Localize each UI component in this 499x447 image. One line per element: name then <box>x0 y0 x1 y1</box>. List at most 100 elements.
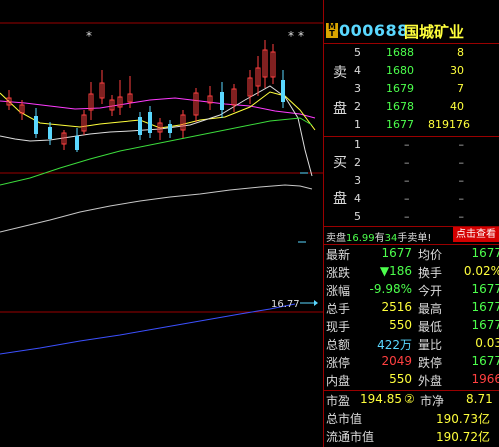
quote-label: 总手 <box>326 302 351 316</box>
bid-volume: – <box>458 210 465 223</box>
bid-price: – <box>404 156 410 169</box>
notice-count: 34 <box>384 233 398 244</box>
large-order-notice: 卖盘16.99有34手卖单! 点击查看 <box>324 226 499 244</box>
quote-label: 涨跌 <box>326 266 351 280</box>
quote-value: -9.98% <box>369 282 412 296</box>
star-marker: * <box>288 29 294 43</box>
pb-value: 8.71 <box>466 392 493 406</box>
quote-row: 总手 2516 最高 1677 <box>324 299 499 317</box>
quote-label: 今开 <box>418 284 443 298</box>
notice-mid: 有 <box>374 233 385 244</box>
bid-row-3[interactable]: 3 – – <box>324 172 499 190</box>
ask-level: 1 <box>354 118 361 131</box>
ask-volume: 819176 <box>428 118 470 131</box>
bid-volume: – <box>458 192 465 205</box>
quote-label: 涨幅 <box>326 284 351 298</box>
ask-price: 1688 <box>386 46 414 59</box>
quote-value: 2049 <box>381 354 412 368</box>
bid-level: 4 <box>354 192 361 205</box>
ask-price: 1678 <box>386 100 414 113</box>
star-marker: * <box>86 29 92 43</box>
ask-volume: 40 <box>450 100 464 113</box>
quote-label: 最新 <box>326 248 351 262</box>
ask-level: 3 <box>354 82 361 95</box>
stock-title-bar[interactable]: MT 000688 国城矿业 <box>324 20 499 42</box>
ask-volume: 8 <box>457 46 464 59</box>
ma-line-white-long <box>0 184 313 233</box>
quote-value: 1677 <box>471 318 499 332</box>
bid-volume: – <box>458 156 465 169</box>
bid-volume: – <box>458 174 465 187</box>
bid-volume: – <box>458 138 465 151</box>
pe-label: 市盈 <box>326 394 351 408</box>
bid-price: – <box>404 174 410 187</box>
valuation-row-float: 流通市值 190.72亿 <box>324 427 499 445</box>
ask-row-4[interactable]: 4 1680 30 <box>324 62 499 80</box>
bid-price: – <box>404 210 410 223</box>
kline-chart-area[interactable]: * * * 16.77 <box>0 0 323 447</box>
notice-suffix: 手卖单! <box>397 233 432 244</box>
mcap-value: 190.73亿 <box>436 412 490 426</box>
quote-value: 2516 <box>381 300 412 314</box>
ma-line-magenta <box>0 97 316 119</box>
quote-value: 1677 <box>471 282 499 296</box>
quote-label: 最高 <box>418 302 443 316</box>
quote-row: 涨幅 -9.98% 今开 1677 <box>324 281 499 299</box>
valuation-row-pe: 市盈 194.85 ② 市净 8.71 <box>324 391 499 409</box>
quote-row: 涨停 2049 跌停 1677 <box>324 353 499 371</box>
quote-value: 0.03 <box>475 336 499 350</box>
bid-level: 3 <box>354 174 361 187</box>
quote-value: 422万 <box>377 338 412 352</box>
bid-row-4[interactable]: 4 – – <box>324 190 499 208</box>
pb-label: 市净 <box>420 394 445 408</box>
quote-label: 换手 <box>418 266 443 280</box>
quote-label: 内盘 <box>326 374 351 388</box>
quote-label: 跌停 <box>418 356 443 370</box>
ma-line-green <box>0 117 313 186</box>
kline-chart[interactable]: * * * 16.77 <box>0 0 323 447</box>
quote-row: 内盘 550 外盘 1966 <box>324 371 499 389</box>
quote-panel: MT 000688 国城矿业 卖 盘 5 1688 8 4 1680 30 3 … <box>324 0 499 447</box>
float-value: 190.72亿 <box>436 430 490 444</box>
ask-price: 1679 <box>386 82 414 95</box>
ask-row-3[interactable]: 3 1679 7 <box>324 80 499 98</box>
price-level-label: 16.77 <box>271 299 300 310</box>
bid-row-5[interactable]: 5 – – <box>324 208 499 226</box>
quote-label: 现手 <box>326 320 351 334</box>
pe-note: ② <box>404 392 415 406</box>
view-details-button[interactable]: 点击查看 <box>453 227 499 242</box>
notice-prefix: 卖盘 <box>326 233 346 244</box>
bid-level: 1 <box>354 138 361 151</box>
quote-label: 外盘 <box>418 374 443 388</box>
quote-row: 现手 550 最低 1677 <box>324 317 499 335</box>
ask-volume: 7 <box>457 82 464 95</box>
quote-row: 涨跌 ▼186 换手 0.02% <box>324 263 499 281</box>
quote-label: 量比 <box>418 338 443 352</box>
ask-volume: 30 <box>450 64 464 77</box>
ask-price: 1680 <box>386 64 414 77</box>
valuation-row-mcap: 总市值 190.73亿 <box>324 409 499 427</box>
bid-row-1[interactable]: 1 – – <box>324 136 499 154</box>
stock-name: 国城矿业 <box>404 23 465 41</box>
quote-value: 550 <box>389 318 412 332</box>
quote-label: 均价 <box>418 248 443 262</box>
quote-value: 0.02% <box>463 264 499 278</box>
star-marker: * <box>298 29 304 43</box>
quote-value: 550 <box>389 372 412 386</box>
ask-row-5[interactable]: 5 1688 8 <box>324 44 499 62</box>
quote-row: 总额 422万 量比 0.03 <box>324 335 499 353</box>
quote-value: 1966 <box>471 372 499 386</box>
notice-price: 16.99 <box>346 233 375 244</box>
bid-row-2[interactable]: 2 – – <box>324 154 499 172</box>
arrow-head-icon <box>314 300 318 306</box>
ask-level: 4 <box>354 64 361 77</box>
quote-value: 1677 <box>471 354 499 368</box>
ask-row-1[interactable]: 1 1677 819176 <box>324 116 499 134</box>
quote-label: 最低 <box>418 320 443 334</box>
ask-row-2[interactable]: 2 1678 40 <box>324 98 499 116</box>
mcap-label: 总市值 <box>326 412 363 426</box>
quote-value: 1677 <box>471 300 499 314</box>
bid-level: 2 <box>354 156 361 169</box>
bid-level: 5 <box>354 210 361 223</box>
ask-level: 2 <box>354 100 361 113</box>
